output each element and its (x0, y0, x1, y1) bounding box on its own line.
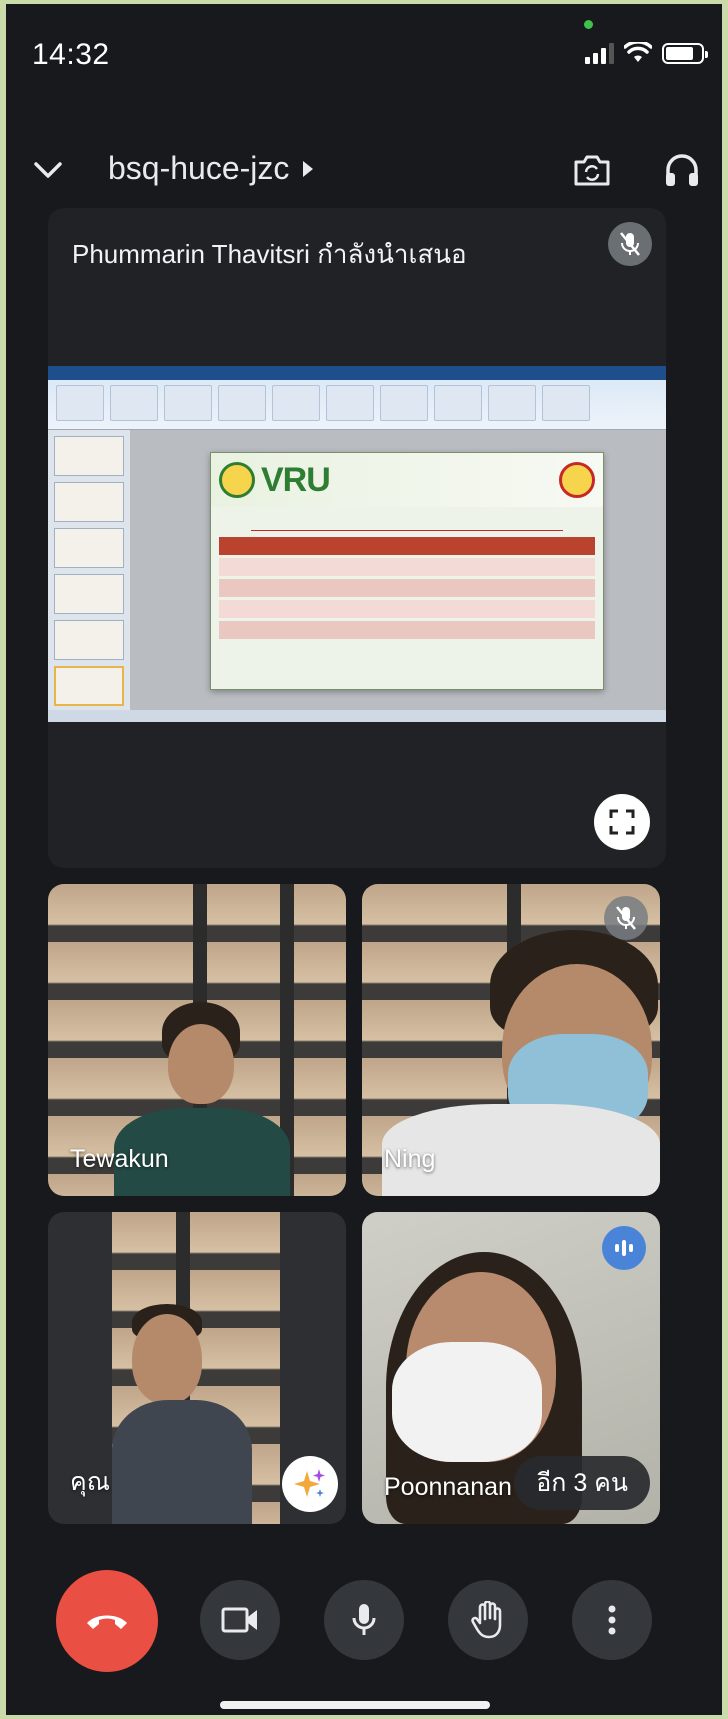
current-slide: VRU (210, 452, 604, 690)
call-controls (6, 1560, 722, 1672)
end-call-button[interactable] (56, 1570, 158, 1672)
effects-button[interactable] (282, 1456, 338, 1512)
microphone-toggle-button[interactable] (324, 1580, 404, 1660)
speaking-indicator-icon (602, 1226, 646, 1270)
meeting-code: bsq-huce-jzc (108, 150, 290, 186)
presentation-tile[interactable]: Phummarin Thavitsri กำลังนำเสนอ VRU (48, 208, 666, 868)
self-view-tile[interactable]: คุณ (48, 1212, 346, 1524)
fullscreen-button[interactable] (594, 794, 650, 850)
fullscreen-icon (609, 809, 635, 835)
app-ribbon (48, 366, 666, 430)
participant-tile[interactable]: Ning (362, 884, 660, 1196)
shared-screen: VRU (48, 366, 666, 722)
status-time: 14:32 (32, 38, 110, 71)
raise-hand-icon (471, 1601, 502, 1639)
wifi-icon (624, 42, 652, 62)
slide-thumbnails (48, 430, 130, 710)
more-participants-button[interactable]: อีก 3 คน (514, 1456, 650, 1510)
battery-icon (662, 42, 708, 64)
meet-call-screen: 14:32 bsq-huce-jzc Phummarin Thavitsri ก… (6, 4, 722, 1715)
participant-tile[interactable]: Poonnanan อีก 3 คน (362, 1212, 660, 1524)
sparkle-icon (294, 1469, 325, 1497)
call-header: bsq-huce-jzc (6, 136, 722, 206)
participant-muted-badge (604, 896, 648, 940)
participant-name: Tewakun (70, 1145, 169, 1173)
audio-output-button[interactable] (658, 146, 706, 194)
switch-camera-button[interactable] (568, 146, 616, 194)
seal-icon (559, 462, 595, 498)
presenter-label: Phummarin Thavitsri กำลังนำเสนอ (72, 239, 467, 269)
end-call-icon (87, 1615, 127, 1629)
switch-camera-icon (574, 155, 610, 186)
meeting-code-button[interactable]: bsq-huce-jzc (108, 150, 314, 187)
participant-name: Poonnanan (384, 1473, 512, 1501)
vru-logo: VRU (261, 460, 331, 499)
more-options-button[interactable] (572, 1580, 652, 1660)
headphones-icon (666, 154, 698, 186)
raise-hand-button[interactable] (448, 1580, 528, 1660)
camera-icon (221, 1607, 257, 1633)
participant-name: คุณ (70, 1468, 110, 1496)
chevron-down-icon[interactable] (28, 150, 68, 190)
status-icons (585, 42, 708, 64)
microphone-icon (352, 1604, 376, 1635)
university-seal-icon (219, 462, 255, 498)
mic-off-icon (616, 906, 636, 930)
camera-indicator-dot (584, 20, 593, 29)
caret-right-icon (303, 160, 314, 177)
mic-off-icon (620, 232, 640, 256)
signal-icon (585, 42, 614, 64)
participant-name: Ning (384, 1145, 436, 1173)
participant-tile[interactable]: Tewakun (48, 884, 346, 1196)
home-indicator[interactable] (220, 1701, 490, 1709)
camera-toggle-button[interactable] (200, 1580, 280, 1660)
more-options-icon (608, 1605, 616, 1635)
presenter-muted-badge (608, 222, 652, 266)
